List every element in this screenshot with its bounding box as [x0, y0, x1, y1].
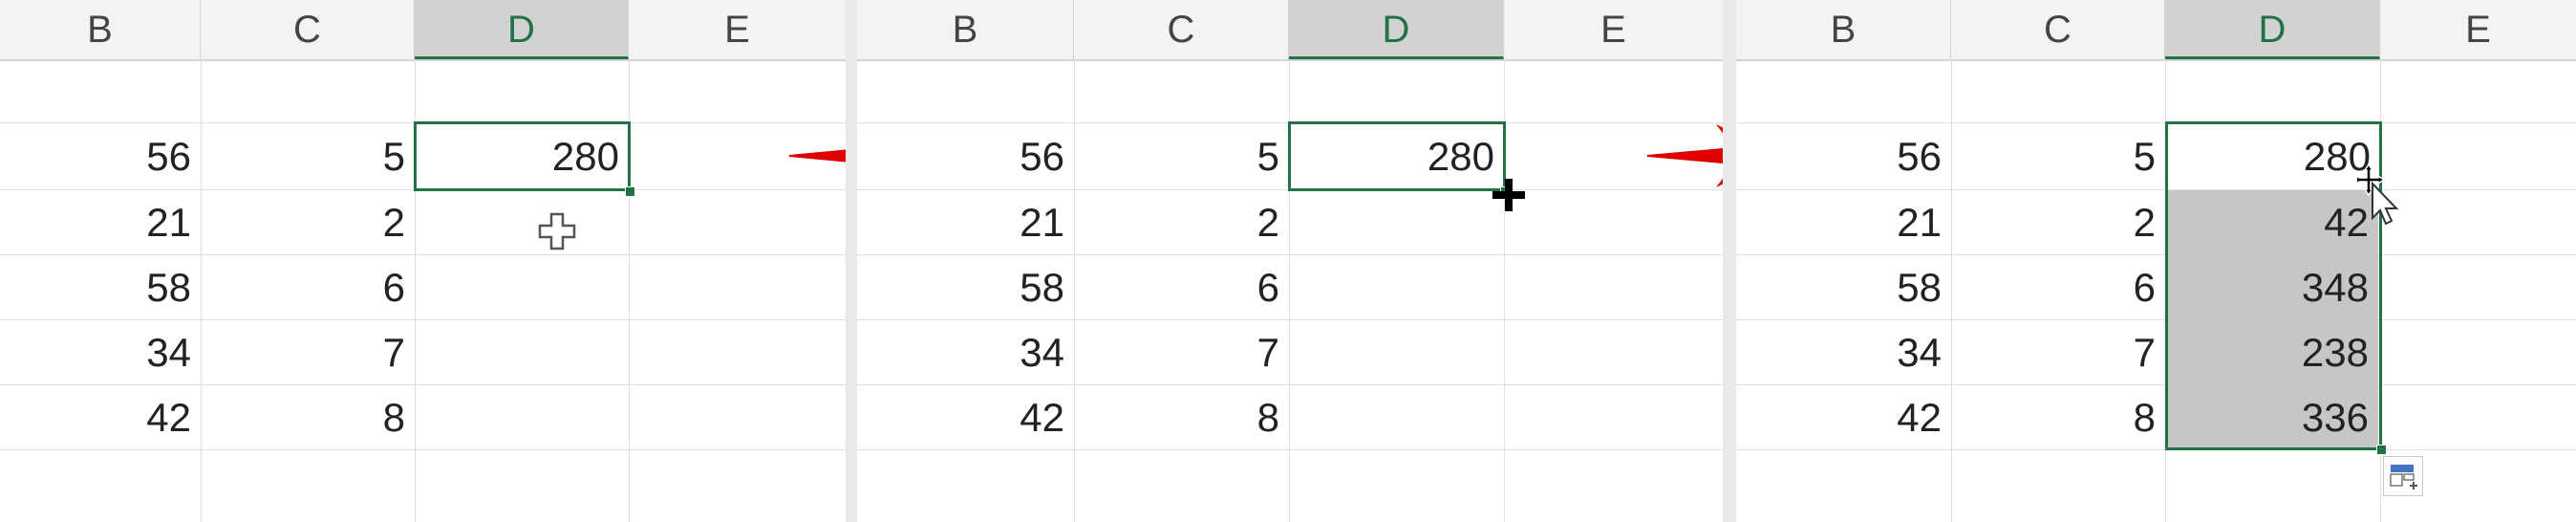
- column-header-c[interactable]: C: [1074, 0, 1289, 59]
- column-header-row: B C D E: [0, 0, 846, 61]
- cell-c3[interactable]: 5: [1074, 124, 1289, 189]
- column-header-e[interactable]: E: [2380, 0, 2576, 59]
- cell-d4[interactable]: 42: [2168, 190, 2378, 255]
- cell-c4[interactable]: 2: [1951, 190, 2165, 255]
- column-header-d[interactable]: D: [415, 0, 629, 59]
- cell-b4[interactable]: 21: [1736, 190, 1951, 255]
- panel-divider: [1723, 0, 1736, 522]
- cell-c7[interactable]: 8: [201, 385, 415, 450]
- column-header-e[interactable]: E: [1504, 0, 1723, 59]
- cell-b6[interactable]: 34: [857, 320, 1074, 385]
- cell-b7[interactable]: 42: [0, 385, 201, 450]
- cell-b4[interactable]: 21: [0, 190, 201, 255]
- cell-d7[interactable]: [415, 385, 629, 450]
- spreadsheet-panel-1: B C D E 56 5 280 21 2 58 6 34 7 42 8: [0, 0, 846, 522]
- cell-b5[interactable]: 58: [0, 255, 201, 320]
- cell-b5[interactable]: 58: [857, 255, 1074, 320]
- cell-b4[interactable]: 21: [857, 190, 1074, 255]
- cell-c4[interactable]: 2: [1074, 190, 1289, 255]
- cell-c5[interactable]: 6: [1074, 255, 1289, 320]
- move-arrow-cursor-icon: [2357, 163, 2399, 226]
- spreadsheet-panel-3: B C D E 56 5 280 21 2 42 58 6 348 34 7 2…: [1736, 0, 2576, 522]
- cell-c7[interactable]: 8: [1951, 385, 2165, 450]
- cell-d6[interactable]: 238: [2168, 320, 2378, 385]
- panel-divider: [846, 0, 857, 522]
- cell-b3[interactable]: 56: [0, 124, 201, 189]
- column-header-c[interactable]: C: [201, 0, 415, 59]
- column-header-d[interactable]: D: [2165, 0, 2380, 59]
- cell-d3[interactable]: 280: [2165, 124, 2380, 189]
- cell-b7[interactable]: 42: [1736, 385, 1951, 450]
- cell-b6[interactable]: 34: [0, 320, 201, 385]
- cell-d3[interactable]: 280: [1289, 124, 1504, 189]
- cell-c7[interactable]: 8: [1074, 385, 1289, 450]
- auto-fill-options-button[interactable]: [2383, 456, 2423, 496]
- cell-c3[interactable]: 5: [1951, 124, 2165, 189]
- cell-d3[interactable]: 280: [415, 124, 629, 189]
- cell-b3[interactable]: 56: [1736, 124, 1951, 189]
- column-header-c[interactable]: C: [1951, 0, 2165, 59]
- cell-b3[interactable]: 56: [857, 124, 1074, 189]
- cell-d6[interactable]: [415, 320, 629, 385]
- cell-b5[interactable]: 58: [1736, 255, 1951, 320]
- cell-c6[interactable]: 7: [1074, 320, 1289, 385]
- cell-c6[interactable]: 7: [201, 320, 415, 385]
- auto-fill-options-icon: [2390, 465, 2417, 489]
- column-header-e[interactable]: E: [629, 0, 846, 59]
- cell-c5[interactable]: 6: [1951, 255, 2165, 320]
- cell-c5[interactable]: 6: [201, 255, 415, 320]
- cell-d6[interactable]: [1289, 320, 1504, 385]
- cell-d7[interactable]: 336: [2168, 385, 2378, 450]
- fill-handle[interactable]: [625, 186, 635, 197]
- fill-handle-crosshair-icon: [1492, 179, 1525, 211]
- cell-d5[interactable]: [415, 255, 629, 320]
- cell-b7[interactable]: 42: [857, 385, 1074, 450]
- cell-c6[interactable]: 7: [1951, 320, 2165, 385]
- column-header-b[interactable]: B: [0, 0, 201, 59]
- cell-d5[interactable]: [1289, 255, 1504, 320]
- cell-b6[interactable]: 34: [1736, 320, 1951, 385]
- cell-c3[interactable]: 5: [201, 124, 415, 189]
- cell-d4[interactable]: [1289, 190, 1504, 255]
- cell-d5[interactable]: 348: [2168, 255, 2378, 320]
- cell-c4[interactable]: 2: [201, 190, 415, 255]
- spreadsheet-panel-2: B C D E 56 5 280 21 2 58 6 34 7 42 8: [857, 0, 1723, 522]
- fill-handle[interactable]: [2376, 445, 2387, 455]
- column-header-b[interactable]: B: [1736, 0, 1951, 59]
- column-header-b[interactable]: B: [857, 0, 1074, 59]
- white-cross-cursor-icon: [538, 212, 576, 250]
- cell-d4[interactable]: [415, 190, 629, 255]
- cell-d7[interactable]: [1289, 385, 1504, 450]
- column-header-row: B C D E: [1736, 0, 2576, 61]
- column-header-row: B C D E: [857, 0, 1723, 61]
- column-header-d[interactable]: D: [1289, 0, 1504, 59]
